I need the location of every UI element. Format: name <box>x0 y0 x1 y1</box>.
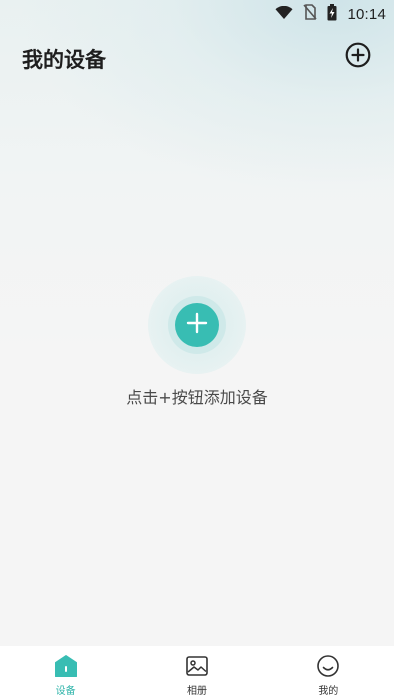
status-time: 10:14 <box>347 5 386 23</box>
page-title: 我的设备 <box>22 48 106 72</box>
bottom-nav: 设备 相册 我的 <box>0 646 394 700</box>
plus-circle-outline-icon <box>345 42 371 72</box>
nav-item-mine[interactable]: 我的 <box>263 646 394 700</box>
empty-state: 点击+按钮添加设备 <box>0 276 394 408</box>
empty-hint-text: 点击+按钮添加设备 <box>126 388 268 407</box>
nav-label-mine: 我的 <box>318 686 339 697</box>
nav-label-album: 相册 <box>186 686 207 697</box>
add-device-button[interactable] <box>344 42 372 72</box>
plus-icon <box>186 312 208 338</box>
status-icons: 10:14 <box>275 3 386 25</box>
home-icon <box>54 654 78 678</box>
header: 我的设备 <box>0 38 394 78</box>
nav-label-devices: 设备 <box>55 686 76 697</box>
nav-item-devices[interactable]: 设备 <box>0 646 131 700</box>
battery-charging-icon <box>327 3 337 25</box>
status-bar: 10:14 <box>0 0 394 28</box>
no-sim-icon <box>303 4 318 24</box>
wifi-icon <box>275 5 293 24</box>
nav-item-album[interactable]: 相册 <box>131 646 262 700</box>
image-icon <box>185 654 209 678</box>
add-button-halo <box>148 276 246 374</box>
add-device-center-button[interactable] <box>175 303 219 347</box>
smiley-icon <box>316 654 340 678</box>
add-button-ring <box>168 296 226 354</box>
